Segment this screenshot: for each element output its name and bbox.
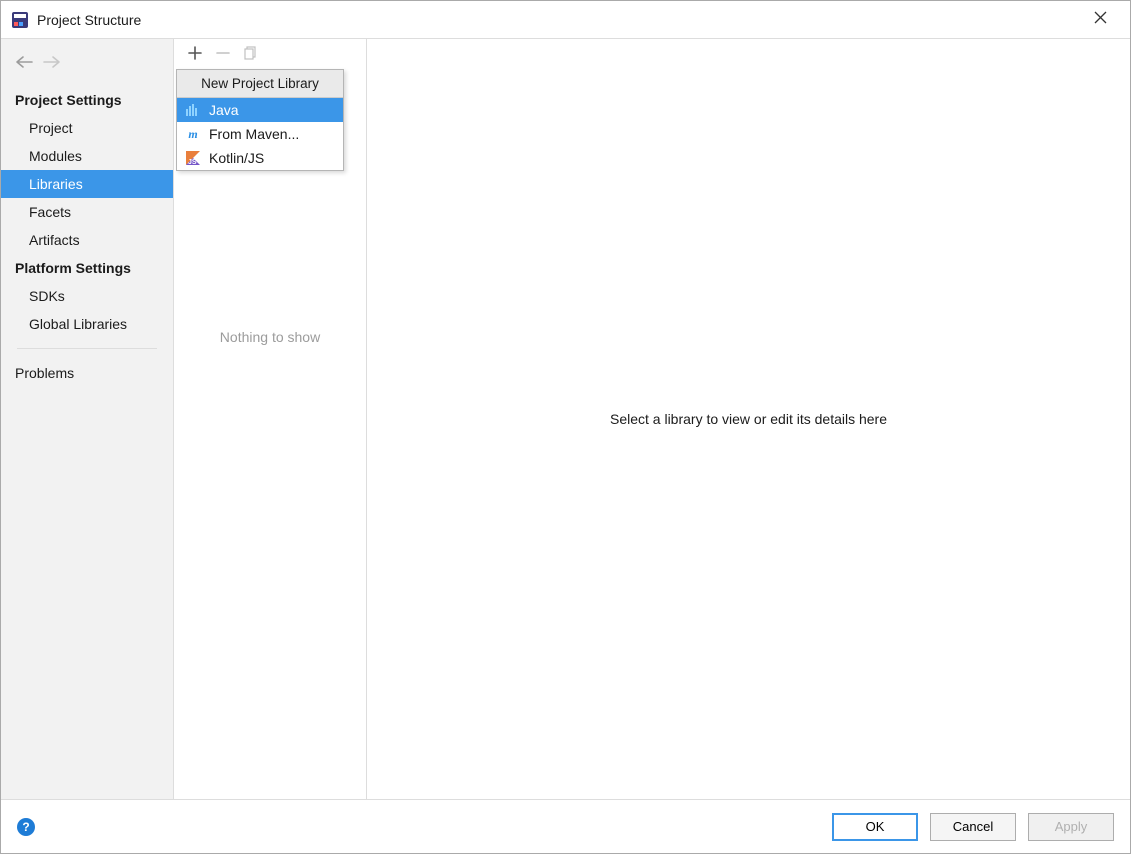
sidebar-item-modules[interactable]: Modules [1,142,173,170]
close-icon[interactable] [1080,11,1120,29]
detail-placeholder: Select a library to view or edit its det… [610,411,887,427]
new-library-popup: New Project Library Java m From Maven... [176,69,344,171]
sidebar-item-project[interactable]: Project [1,114,173,142]
popup-item-kotlinjs[interactable]: JS Kotlin/JS [177,146,343,170]
popup-header: New Project Library [177,70,343,98]
apply-button: Apply [1028,813,1114,841]
sidebar-item-global-libraries[interactable]: Global Libraries [1,310,173,338]
sidebar: Project Settings Project Modules Librari… [1,39,174,799]
sidebar-item-libraries[interactable]: Libraries [1,170,173,198]
back-icon[interactable] [15,53,33,74]
popup-item-java[interactable]: Java [177,98,343,122]
sidebar-item-facets[interactable]: Facets [1,198,173,226]
ok-button[interactable]: OK [832,813,918,841]
popup-item-label: From Maven... [209,126,299,142]
project-settings-header: Project Settings [1,86,173,114]
add-icon[interactable] [188,45,202,63]
library-list-panel: New Project Library Java m From Maven... [174,39,367,799]
sidebar-item-artifacts[interactable]: Artifacts [1,226,173,254]
window-title: Project Structure [37,12,141,28]
svg-text:JS: JS [188,159,197,165]
app-icon [11,11,29,29]
nav-arrows [1,45,173,86]
main-content: Project Settings Project Modules Librari… [1,39,1130,799]
maven-m-icon: m [185,126,201,142]
titlebar: Project Structure [1,1,1130,39]
copy-icon [244,46,258,63]
divider [17,348,157,349]
cancel-button[interactable]: Cancel [930,813,1016,841]
kotlin-icon: JS [185,150,201,166]
sidebar-item-problems[interactable]: Problems [1,359,173,387]
help-icon[interactable]: ? [17,818,35,836]
popup-item-maven[interactable]: m From Maven... [177,122,343,146]
java-bars-icon [185,102,201,118]
remove-icon [216,44,230,64]
dialog-footer: ? OK Cancel Apply [1,799,1130,853]
platform-settings-header: Platform Settings [1,254,173,282]
popup-item-label: Kotlin/JS [209,150,264,166]
popup-item-label: Java [209,102,239,118]
sidebar-item-sdks[interactable]: SDKs [1,282,173,310]
forward-icon[interactable] [43,53,61,74]
list-toolbar [174,39,366,69]
detail-panel: Select a library to view or edit its det… [367,39,1130,799]
